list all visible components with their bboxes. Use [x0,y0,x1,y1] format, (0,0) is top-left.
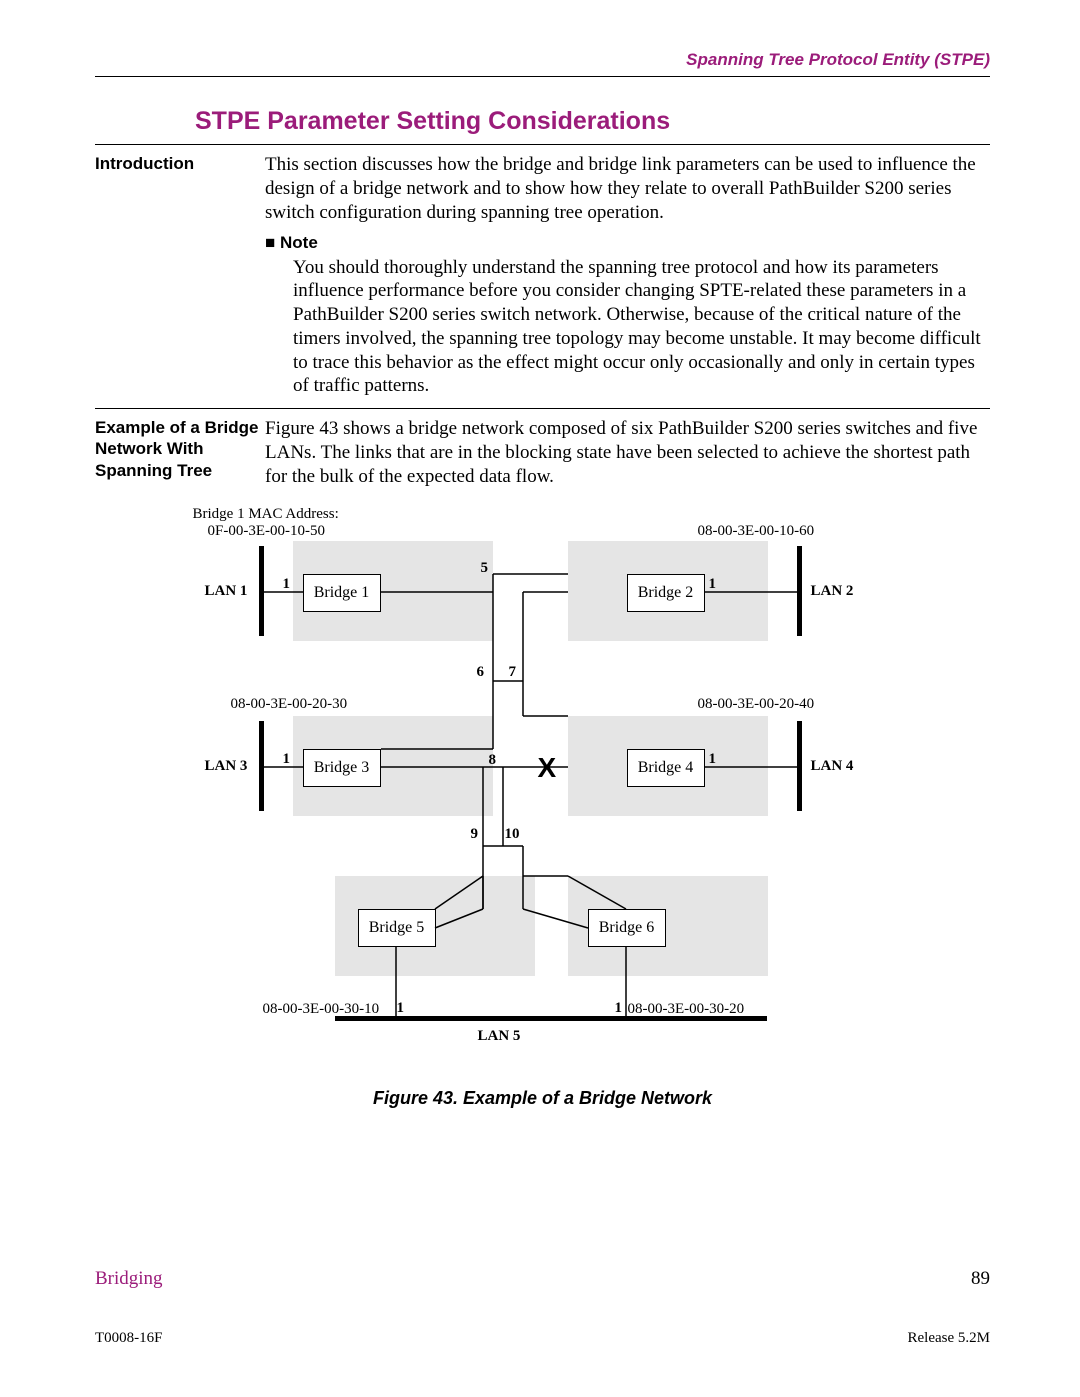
lan3-label: LAN 3 [205,758,248,775]
sidehead-intro: Introduction [95,153,265,398]
link-5: 5 [481,560,489,577]
bridge-5: Bridge 5 [358,909,436,947]
mac6: 08-00-3E-00-30-20 [628,1001,745,1018]
rule-1 [95,144,990,145]
mac4: 08-00-3E-00-20-40 [698,696,815,713]
mac-head: Bridge 1 MAC Address: [193,506,339,523]
lan2-bar [797,546,802,636]
lan2-label: LAN 2 [811,583,854,600]
port-1e: 1 [397,1000,405,1017]
link-8: 8 [489,752,497,769]
link-9: 9 [471,826,479,843]
port-1f: 1 [615,1000,623,1017]
lan5-label: LAN 5 [478,1028,521,1045]
note-body: You should thoroughly understand the spa… [293,256,990,399]
mac1: 0F-00-3E-00-10-50 [208,523,325,540]
running-header: Spanning Tree Protocol Entity (STPE) [95,50,990,70]
bridge-6: Bridge 6 [588,909,666,947]
port-1c: 1 [283,751,291,768]
link-10: 10 [505,826,520,843]
release: Release 5.2M [908,1330,990,1347]
intro-text: This section discusses how the bridge an… [265,153,990,224]
mac5: 08-00-3E-00-30-10 [263,1001,380,1018]
mac2: 08-00-3E-00-10-60 [698,523,815,540]
mac3: 08-00-3E-00-20-30 [231,696,348,713]
note-head: ■ Note [265,232,990,253]
lan4-label: LAN 4 [811,758,854,775]
bridge-3: Bridge 3 [303,749,381,787]
port-1a: 1 [283,576,291,593]
diagram-lines [183,506,903,1076]
doc-id: T0008-16F [95,1330,163,1347]
link-6: 6 [477,664,485,681]
bridge-4: Bridge 4 [627,749,705,787]
bridge-1: Bridge 1 [303,574,381,612]
sidehead-example: Example of a Bridge Network With Spannin… [95,417,265,488]
lan3-bar [259,721,264,811]
footer-section: Bridging [95,1268,163,1290]
port-1d: 1 [709,751,717,768]
rule-2 [95,408,990,409]
lan1-bar [259,546,264,636]
link-7: 7 [509,664,517,681]
bridge-network-diagram: Bridge 1 MAC Address: 0F-00-3E-00-10-50 … [183,506,903,1076]
example-text: Figure 43 shows a bridge network compose… [265,417,990,488]
top-rule [95,76,990,77]
bridge-2: Bridge 2 [627,574,705,612]
lan1-label: LAN 1 [205,583,248,600]
section-title: STPE Parameter Setting Considerations [195,107,990,136]
figure-caption: Figure 43. Example of a Bridge Network [95,1088,990,1109]
port-1b: 1 [709,576,717,593]
block-x-icon: X [538,752,557,784]
page-number: 89 [971,1268,990,1290]
lan4-bar [797,721,802,811]
